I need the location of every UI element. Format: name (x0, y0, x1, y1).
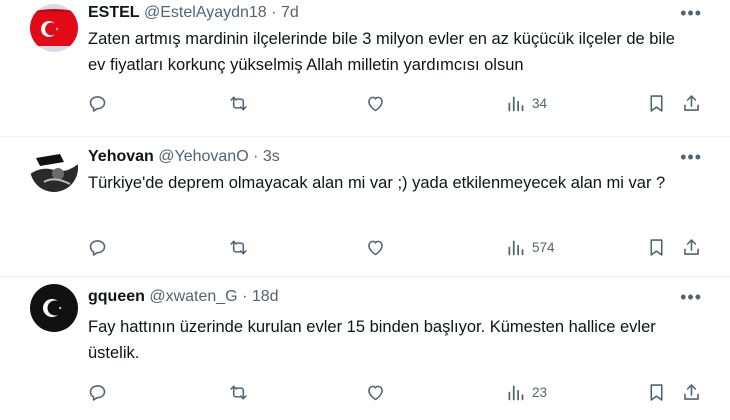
timestamp[interactable]: 3s (263, 148, 280, 165)
retweet-icon (230, 96, 247, 110)
view-count: 574 (532, 239, 555, 255)
share-icon (684, 94, 699, 111)
display-name[interactable]: Yehovan (88, 148, 154, 165)
views-button[interactable]: 23 (505, 380, 547, 404)
bw-profile-avatar-icon (30, 144, 78, 192)
reply-icon (89, 239, 106, 256)
bookmark-button[interactable] (646, 380, 667, 404)
reply-button[interactable] (87, 235, 108, 259)
tweet-text: Türkiye'de deprem olmayacak alan mi var … (88, 174, 666, 192)
timestamp[interactable]: 18d (252, 288, 279, 305)
retweet-icon (230, 385, 247, 399)
reply-icon (89, 384, 106, 401)
tweet[interactable]: ESTEL @EstelAyaydn18 · 7d ••• Zaten artm… (0, 0, 730, 136)
user-handle[interactable]: @YehovanO (158, 148, 248, 165)
views-chart-icon (508, 240, 524, 255)
heart-icon (368, 385, 383, 400)
bookmark-icon (650, 94, 663, 112)
bookmark-button[interactable] (646, 91, 667, 115)
tweet-header: Yehovan @YehovanO · 3s (88, 148, 280, 166)
retweet-button[interactable] (228, 91, 249, 115)
views-chart-icon (508, 385, 524, 400)
like-button[interactable] (365, 380, 386, 404)
tweet-text: Zaten artmış mardinin ilçelerinde bile 3… (88, 30, 675, 74)
tweet-text: Fay hattının üzerinde kurulan evler 15 b… (88, 318, 656, 362)
views-button[interactable]: 574 (505, 235, 555, 259)
tweet-header: gqueen @xwaten_G · 18d (88, 288, 279, 306)
reply-button[interactable] (87, 91, 108, 115)
timestamp[interactable]: 7d (281, 4, 299, 21)
retweet-button[interactable] (228, 380, 249, 404)
user-handle[interactable]: @xwaten_G (149, 288, 237, 305)
more-options-icon[interactable]: ••• (680, 288, 702, 306)
reply-button[interactable] (87, 380, 108, 404)
heart-icon (368, 240, 383, 255)
view-count: 34 (532, 95, 548, 111)
heart-icon (368, 96, 383, 111)
bookmark-icon (650, 238, 663, 256)
bookmark-icon (650, 383, 663, 401)
avatar[interactable] (30, 4, 78, 52)
crescent-star-avatar-icon (30, 284, 78, 332)
views-chart-icon (508, 96, 524, 111)
separator-dot: · (242, 288, 248, 305)
bookmark-button[interactable] (646, 235, 667, 259)
share-button[interactable] (681, 91, 702, 115)
more-options-icon[interactable]: ••• (680, 4, 702, 22)
share-icon (684, 238, 699, 255)
like-button[interactable] (365, 91, 386, 115)
share-button[interactable] (681, 380, 702, 404)
avatar[interactable] (30, 284, 78, 332)
tweet[interactable]: gqueen @xwaten_G · 18d ••• Fay hattının … (0, 276, 730, 420)
display-name[interactable]: gqueen (88, 288, 145, 305)
avatar[interactable] (30, 144, 78, 192)
user-handle[interactable]: @EstelAyaydn18 (144, 4, 267, 21)
share-icon (684, 383, 699, 400)
share-button[interactable] (681, 235, 702, 259)
tweet-actions: 34 (0, 91, 730, 115)
reply-icon (89, 95, 106, 112)
like-button[interactable] (365, 235, 386, 259)
tweet-actions: 23 (0, 380, 730, 404)
views-button[interactable]: 34 (505, 91, 547, 115)
retweet-button[interactable] (228, 235, 249, 259)
separator-dot: · (271, 4, 277, 21)
tweet-actions: 574 (0, 235, 730, 259)
tweet-header: ESTEL @EstelAyaydn18 · 7d (88, 4, 299, 22)
separator-dot: · (253, 148, 259, 165)
view-count: 23 (532, 384, 548, 400)
retweet-icon (230, 240, 247, 254)
more-options-icon[interactable]: ••• (680, 148, 702, 166)
turkish-flag-avatar-icon (30, 4, 78, 52)
tweet[interactable]: Yehovan @YehovanO · 3s ••• Türkiye'de de… (0, 136, 730, 276)
display-name[interactable]: ESTEL (88, 4, 140, 21)
